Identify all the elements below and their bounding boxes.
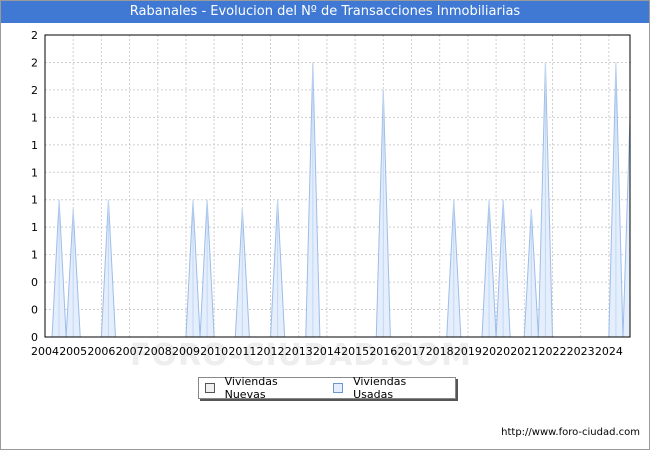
x-tick-label: 2008 [144, 345, 172, 358]
legend-label-nuevas: Viviendas Nuevas [224, 375, 278, 401]
x-tick-label: 2015 [341, 345, 369, 358]
x-tick-label: 2006 [87, 345, 115, 358]
y-tick-label: 1 [31, 166, 38, 179]
x-tick-label: 2016 [369, 345, 397, 358]
x-tick-label: 2005 [59, 345, 87, 358]
legend-swatch-usadas [333, 383, 344, 393]
x-tick-label: 2021 [510, 345, 538, 358]
y-tick-label: 2 [31, 84, 38, 97]
x-tick-label: 2010 [200, 345, 228, 358]
x-tick-label: 2007 [116, 345, 144, 358]
x-tick-label: 2012 [257, 345, 285, 358]
y-tick-label: 1 [31, 221, 38, 234]
legend-item-usadas: Viviendas Usadas [333, 375, 445, 401]
x-tick-label: 2023 [567, 345, 595, 358]
y-tick-label: 0 [31, 331, 38, 344]
x-tick-label: 2024 [595, 345, 623, 358]
legend-swatch-nuevas [205, 383, 215, 393]
source-url: http://www.foro-ciudad.com [501, 427, 640, 438]
y-tick-label: 1 [31, 249, 38, 262]
x-tick-label: 2020 [482, 345, 510, 358]
y-tick-label: 0 [31, 304, 38, 317]
legend: Viviendas Nuevas Viviendas Usadas [198, 375, 456, 401]
x-tick-label: 2011 [228, 345, 256, 358]
x-tick-label: 2014 [313, 345, 341, 358]
y-tick-label: 2 [31, 29, 38, 42]
x-tick-label: 2017 [398, 345, 426, 358]
y-tick-label: 1 [31, 194, 38, 207]
legend-item-nuevas: Viviendas Nuevas [205, 375, 317, 401]
x-tick-label: 2018 [426, 345, 454, 358]
x-tick-label: 2013 [285, 345, 313, 358]
legend-label-usadas: Viviendas Usadas [353, 375, 407, 401]
y-tick-label: 0 [31, 276, 38, 289]
x-tick-label: 2022 [538, 345, 566, 358]
x-tick-label: 2019 [454, 345, 482, 358]
y-tick-label: 2 [31, 56, 38, 69]
x-tick-label: 2004 [31, 345, 59, 358]
x-tick-label: 2009 [172, 345, 200, 358]
y-tick-label: 1 [31, 111, 38, 124]
y-tick-label: 1 [31, 139, 38, 152]
